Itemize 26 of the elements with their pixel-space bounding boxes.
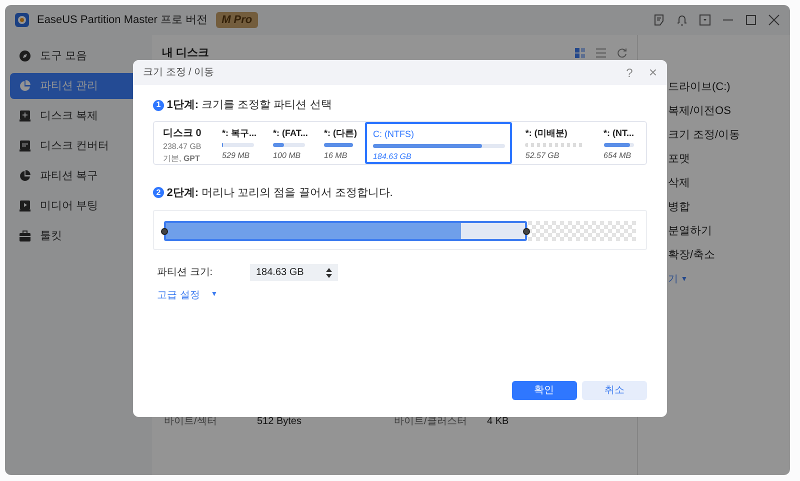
field-label: 파티션 크기: xyxy=(157,266,214,280)
disk-type: 기본, GPT xyxy=(163,152,201,164)
detail-value: 512 Bytes xyxy=(257,415,302,429)
step-instruction: 2단계: 머리나 꼬리의 점을 끌어서 조정합니다. xyxy=(166,186,393,200)
partition-name: *: (미배분) xyxy=(525,126,568,140)
detail-label: 바이트/클러스터 xyxy=(394,415,468,429)
partition-size: 52.57 GB xyxy=(525,150,560,162)
detail-label: 바이트/섹터 xyxy=(164,415,218,429)
section-title: 내 디스크 xyxy=(162,46,210,61)
partition-size: 100 MB xyxy=(273,150,302,162)
disk-size: 238.47 GB xyxy=(163,140,202,152)
partition-name: *: (FAT... xyxy=(273,126,306,140)
partition-name: *: (NT... xyxy=(604,126,634,140)
step-number: 1 xyxy=(153,100,164,111)
partition-name: C: (NTFS) xyxy=(373,128,416,141)
partition-size: 16 MB xyxy=(324,150,348,162)
step-number: 2 xyxy=(153,187,164,198)
partition-size: 654 MB xyxy=(604,150,632,162)
partition-size: 184.63 GB xyxy=(373,151,412,163)
step-instruction: 1단계: 크기를 조정할 파티션 선택 xyxy=(166,98,332,113)
partition-name: *: 복구... xyxy=(222,126,254,140)
disk-name: 디스크 0 xyxy=(163,126,202,140)
pro-badge: M Pro xyxy=(216,12,258,28)
detail-value: 4 KB xyxy=(487,415,510,429)
window-title: EaseUS Partition Master 프로 버전 xyxy=(37,12,208,28)
partition-size: 529 MB xyxy=(222,150,251,162)
